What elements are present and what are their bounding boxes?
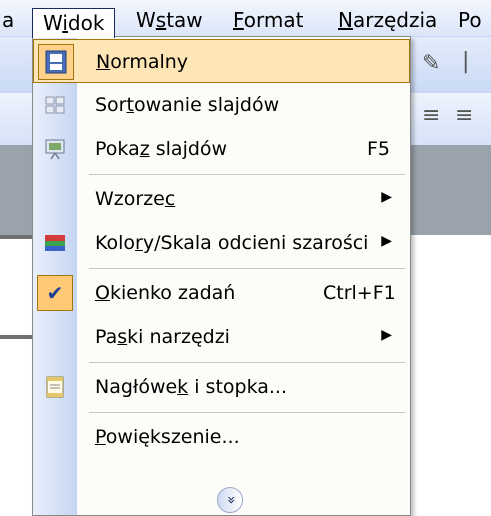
shortcut-label: Ctrl+F1: [323, 282, 396, 304]
menu-item-pokaz-slajdow[interactable]: Pokaz slajdów F5: [33, 127, 410, 171]
menu-separator: [89, 268, 405, 269]
menu-separator: [89, 174, 405, 175]
menu-separator: [89, 362, 405, 363]
submenu-arrow-icon: ▶: [381, 189, 392, 205]
menu-item-naglowek-i-stopka[interactable]: Nagłówek i stopka...: [33, 365, 410, 409]
brush-icon[interactable]: ✎: [422, 51, 440, 76]
widok-dropdown-menu: Normalny Sortowanie slajdów Pokaz slajdó…: [32, 36, 411, 516]
menu-item-powiekszenie[interactable]: Powiększenie...: [33, 415, 410, 459]
menu-item-sortowanie-slajdow[interactable]: Sortowanie slajdów: [33, 83, 410, 127]
menu-item-okienko-zadan[interactable]: ✔ Okienko zadań Ctrl+F1: [33, 271, 410, 315]
menu-item-wzorzec[interactable]: Wzorzec ▶: [33, 177, 410, 221]
check-icon: ✔: [37, 275, 73, 311]
slide-sorter-icon: [45, 96, 65, 114]
align-center-icon[interactable]: ≡: [422, 103, 440, 128]
menubar-item-widok[interactable]: Widok: [32, 8, 116, 38]
align-right-icon[interactable]: ≡: [455, 103, 473, 128]
slide-line: [0, 235, 32, 239]
menu-item-normalny[interactable]: Normalny: [33, 39, 410, 83]
color-grayscale-icon: [45, 235, 65, 251]
menubar-item-partial-left[interactable]: a: [2, 6, 14, 34]
submenu-arrow-icon: ▶: [381, 233, 392, 249]
menu-separator: [89, 412, 405, 413]
normal-view-icon: [38, 44, 74, 80]
menu-item-kolory-skala-odcieni[interactable]: Kolory/Skala odcieni szarości ▶: [33, 221, 410, 265]
menubar-item-narzedzia[interactable]: Narzędzia: [338, 6, 437, 34]
menubar-item-wstaw[interactable]: Wstaw: [136, 6, 203, 34]
toolbar-divider-icon: |: [462, 49, 470, 74]
submenu-arrow-icon: ▶: [381, 327, 392, 343]
menu-bar: a Widok Wstaw Format Narzędzia Po: [0, 0, 491, 38]
menubar-item-format[interactable]: Format: [233, 6, 303, 34]
slide-line: [0, 335, 32, 339]
menu-item-paski-narzedzi[interactable]: Paski narzędzi ▶: [33, 315, 410, 359]
menubar-item-partial-right[interactable]: Po: [458, 6, 482, 34]
slide-show-icon: [45, 139, 65, 160]
double-chevron-down-icon[interactable]: »: [217, 487, 243, 513]
shortcut-label: F5: [367, 138, 391, 160]
header-footer-icon: [46, 376, 64, 398]
